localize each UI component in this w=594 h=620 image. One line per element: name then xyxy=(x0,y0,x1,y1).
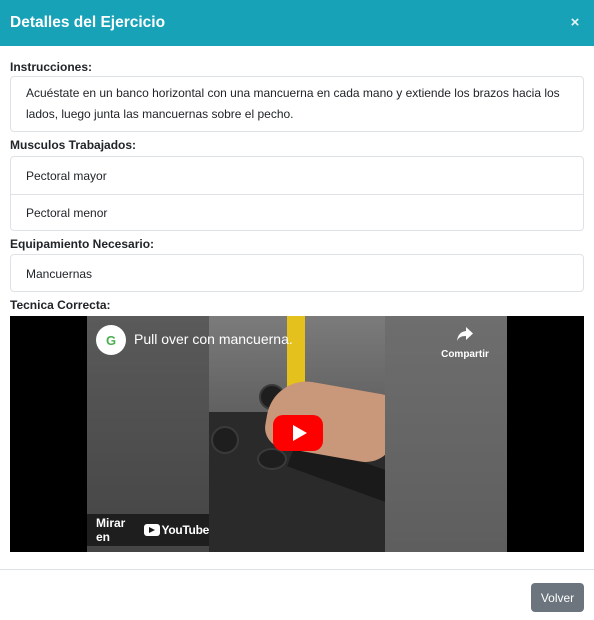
list-item: Mancuernas xyxy=(26,266,93,281)
play-button[interactable] xyxy=(273,415,323,451)
muscles-label: Musculos Trabajados: xyxy=(10,138,137,152)
list-item: Pectoral mayor xyxy=(26,168,107,183)
instructions-box: Acuéstate en un banco horizontal con una… xyxy=(10,76,584,132)
thumbnail-plate xyxy=(257,448,287,470)
thumbnail-plate xyxy=(211,426,239,454)
muscles-list: Pectoral mayor Pectoral menor xyxy=(10,156,584,231)
share-arrow-icon xyxy=(437,326,493,347)
video-title[interactable]: Pull over con mancuerna. xyxy=(134,331,293,347)
youtube-label: YouTube xyxy=(161,523,210,537)
equipment-label: Equipamiento Necesario: xyxy=(10,237,155,251)
modal-title: Detalles del Ejercicio xyxy=(10,14,166,31)
equipment-list: Mancuernas xyxy=(10,254,584,292)
exercise-details-modal: Detalles del Ejercicio × Instrucciones: … xyxy=(0,0,594,620)
instructions-label: Instrucciones: xyxy=(10,60,93,74)
footer-divider xyxy=(0,569,594,570)
instructions-text: Acuéstate en un banco horizontal con una… xyxy=(26,86,560,121)
watch-label: Mirar en xyxy=(96,516,126,544)
watch-on-youtube-button[interactable]: Mirar en YouTube xyxy=(87,514,209,546)
youtube-logo-icon: YouTube xyxy=(143,523,210,537)
youtube-play-icon xyxy=(143,524,160,536)
share-button[interactable]: Compartir xyxy=(437,326,493,360)
back-button[interactable]: Volver xyxy=(531,583,584,612)
modal-header: Detalles del Ejercicio × xyxy=(0,0,594,46)
play-icon xyxy=(292,425,307,441)
channel-logo-icon[interactable]: G xyxy=(96,325,126,355)
video-embed[interactable]: G Pull over con mancuerna. Compartir Mir… xyxy=(10,316,584,552)
technique-label: Tecnica Correcta: xyxy=(10,298,111,312)
share-label: Compartir xyxy=(441,349,489,360)
close-icon[interactable]: × xyxy=(568,15,582,30)
video-frame[interactable]: G Pull over con mancuerna. Compartir Mir… xyxy=(87,316,507,552)
list-item: Pectoral menor xyxy=(11,194,583,231)
